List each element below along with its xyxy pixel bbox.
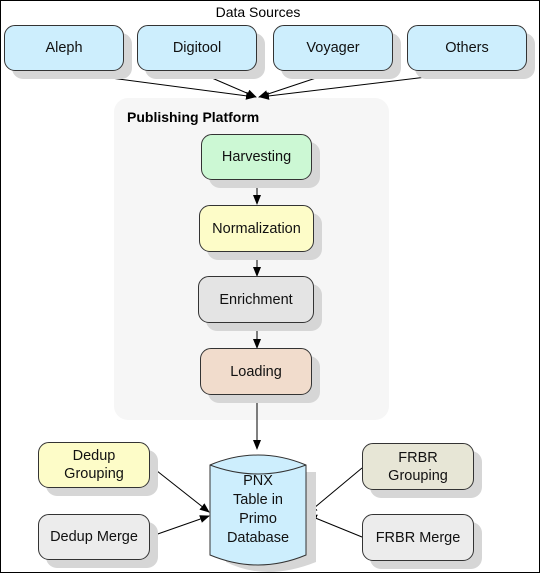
step-label: Harvesting [221, 149, 292, 165]
source-aleph: Aleph [4, 25, 124, 71]
arrow-voyager-to-platform [258, 71, 335, 98]
source-label: Digitool [172, 40, 222, 56]
database-label-line: Database [226, 530, 290, 546]
step-enrichment: Enrichment [198, 276, 314, 323]
dedup-merge: Dedup Merge [38, 514, 150, 560]
arrow-dedup-merge-to-database [151, 515, 210, 537]
node-label-line: FRBR Merge [375, 529, 461, 546]
database-label-line: Table in [233, 492, 283, 508]
node-label-line: Dedup Merge [50, 529, 138, 545]
database-label: PNX Table in Primo Database [209, 472, 307, 548]
source-label: Aleph [45, 40, 83, 56]
arrow-dedup-grouping-to-database [151, 466, 210, 513]
step-harvesting: Harvesting [201, 134, 312, 180]
step-label: Normalization [212, 220, 301, 237]
node-label-line: FRBR [398, 449, 438, 466]
step-loading: Loading [200, 348, 312, 395]
node-label-line: Dedup [72, 448, 116, 464]
source-digitool: Digitool [137, 25, 257, 71]
node-label-line: Grouping [64, 466, 124, 482]
arrow-others-to-platform [259, 71, 469, 100]
step-label: Enrichment [219, 291, 293, 308]
step-label: Loading [230, 363, 282, 380]
source-label: Others [445, 40, 489, 56]
database-label-line: Primo [239, 511, 277, 527]
frbr-grouping: FRBR Grouping [362, 443, 474, 490]
node-label-line: Grouping [388, 467, 448, 484]
frbr-merge: FRBR Merge [362, 514, 474, 561]
dedup-grouping: Dedup Grouping [38, 442, 150, 488]
database-label-line: PNX [243, 473, 273, 489]
source-label: Voyager [306, 40, 360, 56]
source-voyager: Voyager [273, 25, 393, 71]
source-others: Others [407, 25, 527, 71]
step-normalization: Normalization [199, 205, 314, 252]
